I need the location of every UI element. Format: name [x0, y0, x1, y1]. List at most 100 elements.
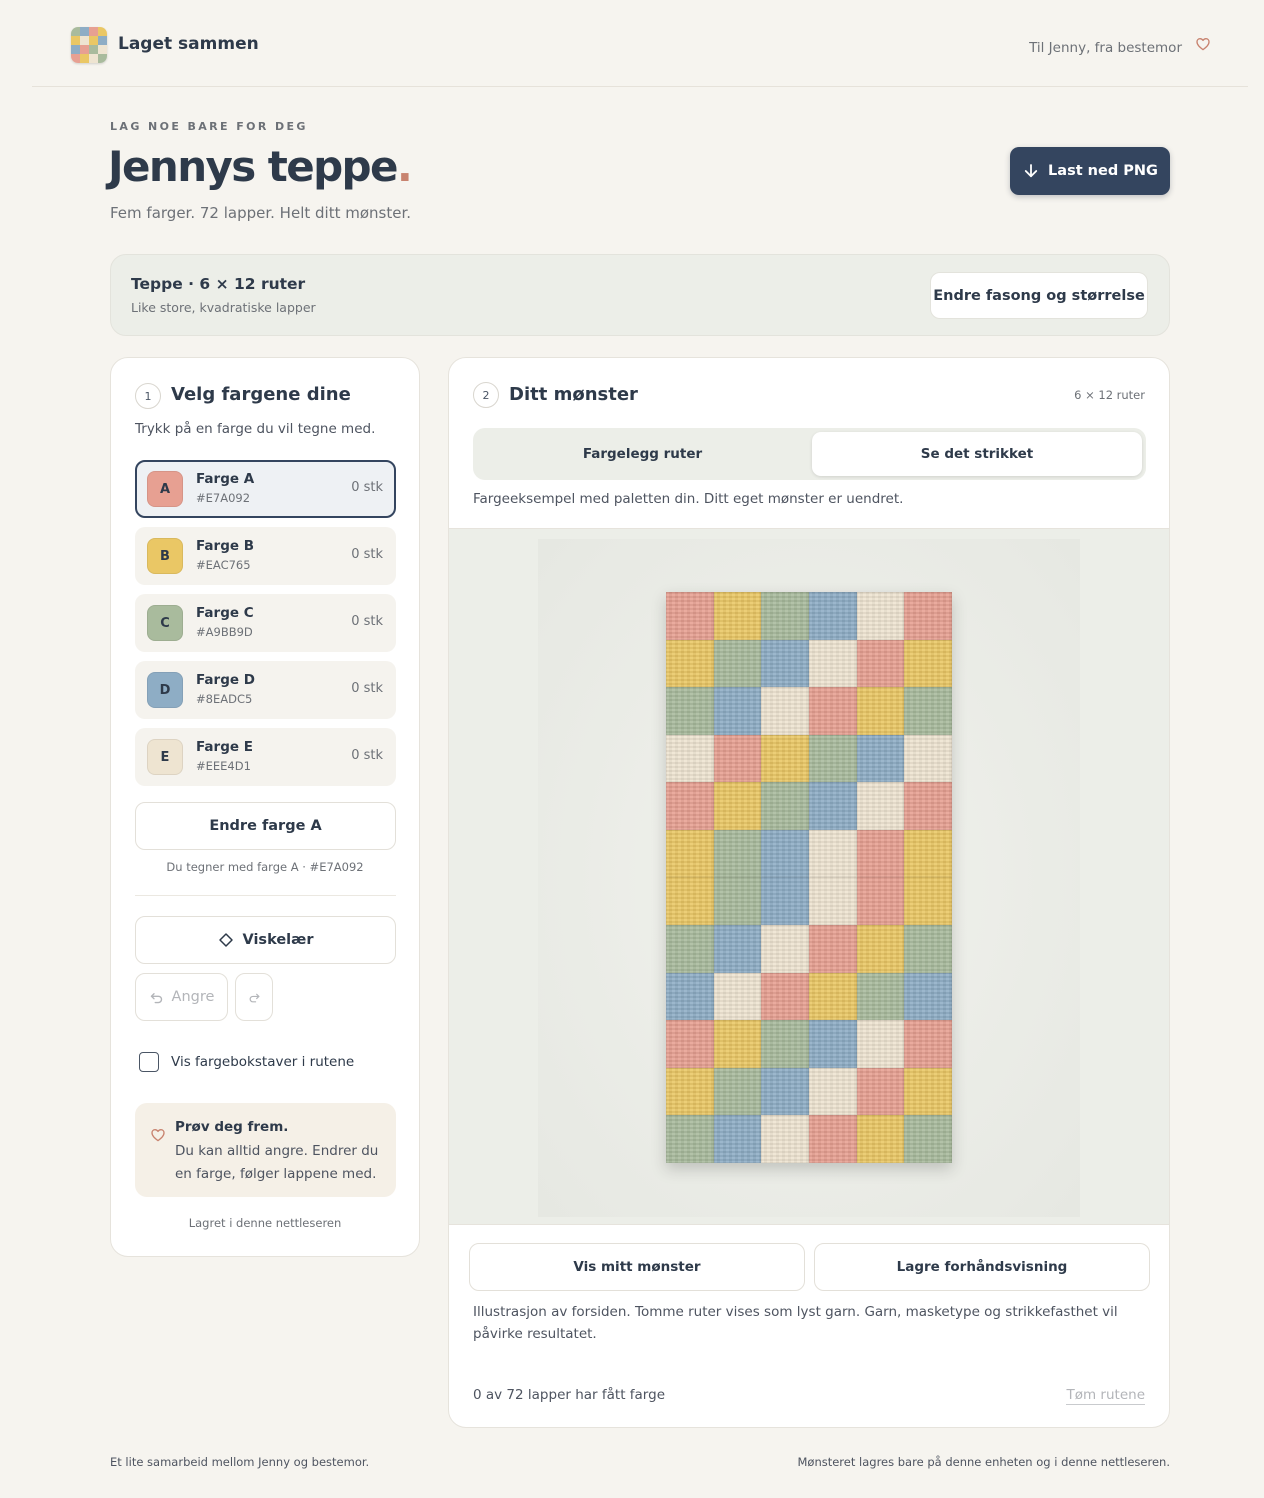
footer-credit: Et lite samarbeid mellom Jenny og bestem…	[110, 1455, 370, 1469]
step-number: 1	[135, 383, 161, 409]
show-pattern-button[interactable]: Vis mitt mønster	[469, 1243, 805, 1291]
color-hex: #A9BB9D	[196, 625, 253, 639]
page-subtitle: Fem farger. 72 lapper. Helt ditt mønster…	[110, 204, 412, 222]
knitted-square	[713, 877, 762, 926]
knitted-square	[809, 782, 857, 830]
color-swatch: B	[147, 538, 183, 574]
knitted-square	[856, 782, 905, 830]
color-hex: #8EADC5	[196, 692, 253, 706]
color-option-c[interactable]: C Farge C #A9BB9D 0 stk	[135, 594, 396, 652]
knitted-square	[809, 1067, 857, 1116]
knitted-square	[904, 829, 952, 878]
knitted-square	[761, 687, 809, 735]
knitted-square	[856, 1020, 905, 1068]
color-option-b[interactable]: B Farge B #EAC765 0 stk	[135, 527, 396, 585]
redo-button[interactable]	[235, 973, 273, 1021]
undo-button[interactable]: Angre	[135, 973, 228, 1021]
color-count: 0 stk	[351, 614, 383, 629]
tab-knitted-view[interactable]: Se det strikket	[812, 432, 1142, 476]
knitted-square	[761, 972, 809, 1021]
knitted-square	[809, 592, 857, 640]
palette-panel: 1 Velg fargene dine Trykk på en farge du…	[110, 357, 420, 1257]
saved-note: Lagret i denne nettleseren	[188, 1216, 342, 1230]
save-preview-button[interactable]: Lagre forhåndsvisning	[814, 1243, 1150, 1291]
knitted-square	[809, 687, 857, 735]
color-name: Farge D	[196, 672, 255, 688]
knitted-square	[761, 1115, 809, 1163]
knitted-preview-area	[449, 528, 1169, 1225]
knitted-square	[809, 639, 857, 688]
knitted-square	[713, 687, 762, 735]
color-swatch: C	[147, 605, 183, 641]
size-subtitle: Like store, kvadratiske lapper	[131, 300, 316, 315]
quilt-logo-icon[interactable]	[71, 27, 107, 63]
color-option-d[interactable]: D Farge D #8EADC5 0 stk	[135, 661, 396, 719]
eraser-button[interactable]: Viskelær	[135, 916, 396, 964]
knitted-square	[856, 592, 905, 640]
current-color-note: Du tegner med farge A · #E7A092	[166, 860, 364, 874]
knitted-square	[904, 925, 952, 973]
knitted-square	[666, 1115, 714, 1163]
color-count: 0 stk	[351, 681, 383, 696]
color-option-e[interactable]: E Farge E #EEE4D1 0 stk	[135, 728, 396, 786]
knitted-square	[904, 639, 952, 688]
step-number: 2	[473, 382, 499, 408]
knitted-square	[904, 687, 952, 735]
knitted-square	[856, 687, 905, 735]
view-tabs: Fargelegg ruter Se det strikket	[473, 428, 1146, 480]
knitted-square	[761, 925, 809, 973]
knitted-square	[666, 782, 714, 830]
download-label: Last ned PNG	[1048, 163, 1158, 179]
arrow-down-icon	[1024, 164, 1038, 178]
knitted-square	[856, 734, 905, 783]
pattern-heading: Ditt mønster	[509, 384, 638, 405]
knitted-square	[713, 829, 762, 878]
knitted-square	[666, 687, 714, 735]
knitted-square	[856, 829, 905, 878]
knitted-square	[809, 925, 857, 973]
example-note: Fargeeksempel med paletten din. Ditt ege…	[473, 491, 904, 507]
brand-name[interactable]: Laget sammen	[118, 34, 259, 54]
color-count: 0 stk	[351, 480, 383, 495]
knitted-square	[904, 972, 952, 1021]
knitted-square	[809, 734, 857, 783]
knitted-square	[761, 782, 809, 830]
tip-title: Prøv deg frem.	[175, 1119, 289, 1135]
size-title: Teppe · 6 × 12 ruter	[131, 275, 306, 293]
show-letters-label[interactable]: Vis fargebokstaver i rutene	[171, 1054, 354, 1070]
knitted-square	[666, 592, 714, 640]
knitted-square	[904, 782, 952, 830]
knitted-square	[904, 1115, 952, 1163]
illustration-note: Illustrasjon av forsiden. Tomme ruter vi…	[473, 1304, 1118, 1342]
eraser-label: Viskelær	[242, 932, 314, 948]
color-option-a[interactable]: A Farge A #E7A092 0 stk	[135, 460, 396, 518]
knitted-square	[713, 1020, 762, 1068]
knitted-square	[713, 1067, 762, 1116]
eraser-diamond-icon	[218, 933, 233, 947]
knitted-square	[856, 925, 905, 973]
clear-squares-link[interactable]: Tøm rutene	[1066, 1387, 1145, 1405]
color-name: Farge B	[196, 538, 255, 554]
blanket-photo	[538, 539, 1080, 1217]
page-title-text: Jennys teppe	[108, 142, 398, 191]
knitted-square	[666, 1020, 714, 1068]
change-color-button[interactable]: Endre farge A	[135, 802, 396, 850]
knitted-square	[666, 877, 714, 926]
download-png-button[interactable]: Last ned PNG	[1010, 147, 1170, 195]
greeting-text: Til Jenny, fra bestemor	[1029, 40, 1182, 56]
change-shape-button[interactable]: Endre fasong og størrelse	[930, 272, 1148, 319]
knitted-square	[713, 1115, 762, 1163]
tip-box: Prøv deg frem. Du kan alltid angre. Endr…	[135, 1103, 396, 1197]
tab-color-squares[interactable]: Fargelegg ruter	[477, 432, 808, 476]
knitted-square	[713, 782, 762, 830]
page-title: Jennys teppe.	[108, 142, 413, 191]
show-letters-checkbox[interactable]	[139, 1052, 159, 1072]
size-bar: Teppe · 6 × 12 ruter Like store, kvadrat…	[110, 254, 1170, 336]
knitted-square	[856, 1115, 905, 1163]
divider	[135, 895, 396, 896]
knitted-square	[761, 877, 809, 926]
redo-icon	[249, 993, 259, 1002]
footer-storage-note: Mønsteret lagres bare på denne enheten o…	[797, 1455, 1170, 1469]
color-count: 0 stk	[351, 547, 383, 562]
knitted-square	[809, 877, 857, 926]
